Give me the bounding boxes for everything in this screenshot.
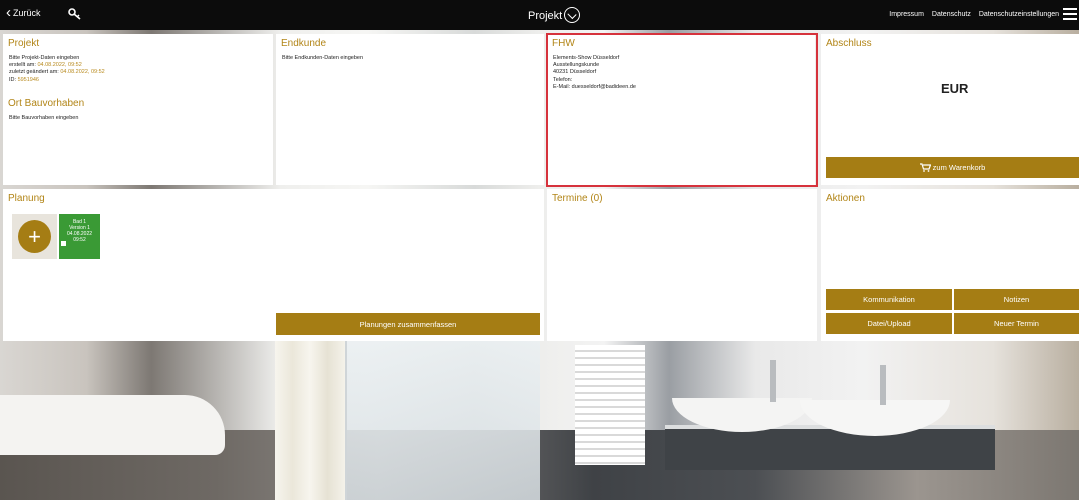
impressum-link[interactable]: Impressum xyxy=(889,11,924,18)
cart-button[interactable]: zum Warenkorb xyxy=(826,157,1079,178)
key-icon[interactable] xyxy=(68,8,82,20)
changed-label: zuletzt geändert am: xyxy=(9,69,59,76)
created-value: 04.08.2022, 09:52 xyxy=(37,62,82,69)
endkunde-panel[interactable]: Endkunde Bitte Endkunden-Daten eingeben xyxy=(276,34,544,185)
termine-title: Termine (0) xyxy=(552,193,603,204)
id-row: ID: 5951946 xyxy=(9,77,105,84)
id-label: ID: xyxy=(9,76,17,83)
background-bathtub xyxy=(0,395,225,455)
datei-upload-label: Datei/Upload xyxy=(867,319,911,328)
neuer-termin-button[interactable]: Neuer Termin xyxy=(954,313,1079,334)
kommunikation-button[interactable]: Kommunikation xyxy=(826,289,952,310)
aktionen-title: Aktionen xyxy=(826,193,865,204)
top-bar: ‹ Zurück Projekt Impressum Datenschutz D… xyxy=(0,0,1079,30)
ort-bauvorhaben-title: Ort Bauvorhaben xyxy=(8,98,85,109)
kommunikation-label: Kommunikation xyxy=(863,295,915,304)
checkbox-icon[interactable] xyxy=(61,241,66,246)
projekt-prompt: Bitte Projekt-Daten eingeben xyxy=(9,55,80,61)
brand-logo-icon xyxy=(564,7,581,23)
changed-row: zuletzt geändert am: 04.08.2022, 09:52 xyxy=(9,69,105,76)
back-label: Zurück xyxy=(13,8,41,18)
page-title: Projekt xyxy=(528,7,581,24)
currency-label: EUR xyxy=(941,81,969,96)
id-value: 5951946 xyxy=(17,76,39,83)
aktionen-panel: Aktionen Kommunikation Notizen Datei/Upl… xyxy=(821,189,1079,341)
datenschutzeinstellungen-link[interactable]: Datenschutzeinstellungen xyxy=(979,11,1059,18)
plus-icon: + xyxy=(18,220,51,253)
cart-label: zum Warenkorb xyxy=(932,163,986,172)
background-curtain xyxy=(275,340,345,500)
abschluss-panel: Abschluss EUR zum Warenkorb xyxy=(821,34,1079,185)
notizen-label: Notizen xyxy=(1003,295,1030,304)
planung-card[interactable]: Bad 1 Version 1 04.08.2022 09:52 xyxy=(59,214,100,259)
created-row: erstellt am: 04.08.2022, 09:52 xyxy=(9,62,105,69)
neuer-termin-label: Neuer Termin xyxy=(994,319,1039,328)
planung-title: Planung xyxy=(8,193,45,204)
abschluss-title: Abschluss xyxy=(826,38,872,49)
planung-panel: Planung + Bad 1 Version 1 04.08.2022 09:… xyxy=(3,189,544,341)
back-button[interactable]: ‹ Zurück xyxy=(6,4,41,21)
datei-upload-button[interactable]: Datei/Upload xyxy=(826,313,952,334)
background-shower-glass xyxy=(345,340,540,500)
ort-bauvorhaben-text: Bitte Bauvorhaben eingeben xyxy=(9,115,79,121)
cart-icon xyxy=(919,163,931,172)
endkunde-title: Endkunde xyxy=(281,38,327,49)
datenschutz-link[interactable]: Datenschutz xyxy=(932,11,971,18)
planung-card-time: 09:52 xyxy=(73,237,86,243)
background-vanity xyxy=(665,425,995,470)
planung-card-time-row: 09:52 xyxy=(59,237,100,246)
projekt-panel[interactable]: Projekt Bitte Projekt-Daten eingeben ers… xyxy=(3,34,273,185)
merge-planungen-button[interactable]: Planungen zusammenfassen xyxy=(276,313,540,335)
page-title-text: Projekt xyxy=(528,10,563,22)
background-radiator xyxy=(575,345,645,465)
hamburger-menu-icon[interactable] xyxy=(1063,8,1077,20)
projekt-details: Bitte Projekt-Daten eingeben erstellt am… xyxy=(9,55,105,84)
chevron-left-icon: ‹ xyxy=(6,4,11,21)
projekt-title: Projekt xyxy=(8,38,40,49)
termine-panel[interactable]: Termine (0) xyxy=(547,189,817,341)
footer-links: Impressum Datenschutz Datenschutzeinstel… xyxy=(889,11,1059,18)
merge-planungen-label: Planungen zusammenfassen xyxy=(359,319,457,329)
background-faucet xyxy=(880,365,886,405)
add-planung-tile[interactable]: + xyxy=(12,214,57,259)
notizen-button[interactable]: Notizen xyxy=(954,289,1079,310)
fhw-highlight-frame xyxy=(546,33,818,187)
created-label: erstellt am: xyxy=(9,62,36,69)
endkunde-text: Bitte Endkunden-Daten eingeben xyxy=(282,55,364,61)
changed-value: 04.08.2022, 09:52 xyxy=(60,69,105,76)
background-faucet xyxy=(770,360,776,402)
